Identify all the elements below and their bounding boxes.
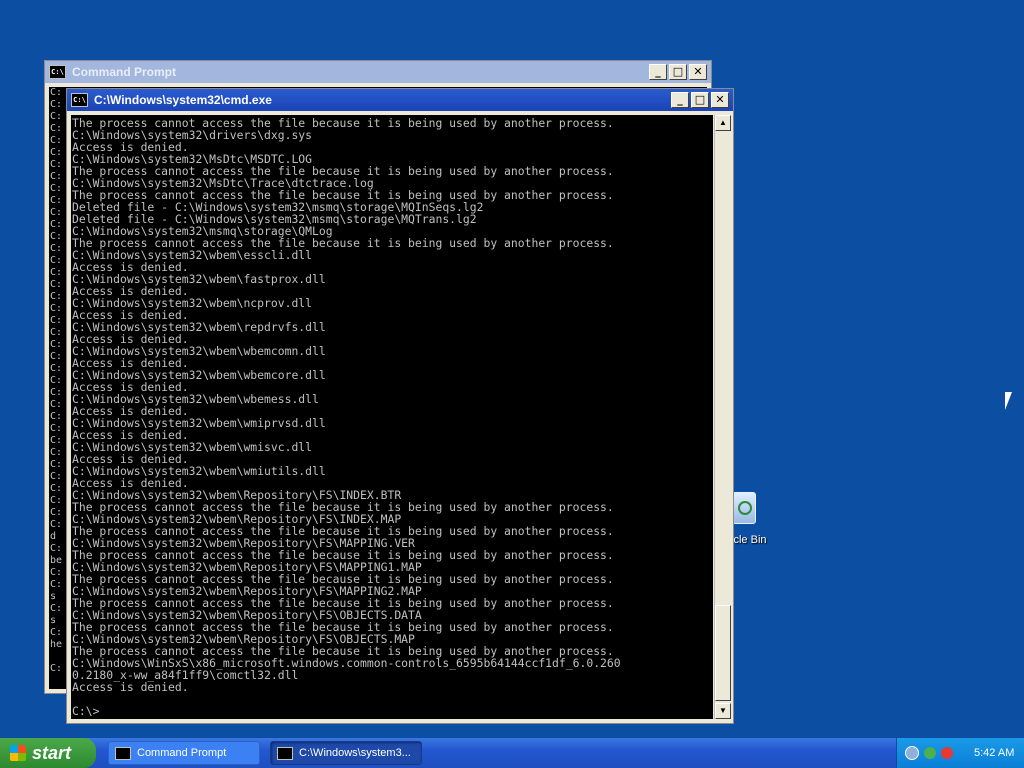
- taskbar-button-label: C:\Windows\system3...: [299, 747, 411, 759]
- background-window-titlebar[interactable]: C:\ Command Prompt _ □ ✕: [45, 61, 711, 83]
- taskbar-button-cmd-exe[interactable]: C:\Windows\system3...: [270, 741, 422, 765]
- console-app-icon: [277, 746, 293, 760]
- network-icon[interactable]: [905, 746, 919, 760]
- minimize-button[interactable]: _: [649, 64, 667, 80]
- maximize-button[interactable]: □: [669, 64, 687, 80]
- console-output-area[interactable]: The process cannot access the file becau…: [71, 115, 713, 719]
- shield-alert-icon[interactable]: [941, 747, 953, 759]
- scroll-down-arrow-icon[interactable]: ▼: [715, 703, 731, 719]
- maximize-button[interactable]: □: [691, 92, 709, 108]
- close-button[interactable]: ✕: [711, 92, 729, 108]
- console-app-icon: C:\: [71, 93, 88, 107]
- taskbar: start Command Prompt C:\Windows\system3.…: [0, 738, 1024, 768]
- start-button[interactable]: start: [0, 738, 96, 768]
- background-console-text: C: C: C: C: C: C: C: C: C: C: C: C: C: C…: [50, 87, 63, 674]
- close-button[interactable]: ✕: [689, 64, 707, 80]
- clock[interactable]: 5:42 AM: [974, 747, 1014, 759]
- cmd-window-titlebar[interactable]: C:\ C:\Windows\system32\cmd.exe _ □ ✕: [67, 89, 733, 111]
- minimize-button[interactable]: _: [671, 92, 689, 108]
- taskbar-button-command-prompt[interactable]: Command Prompt: [108, 741, 260, 765]
- vertical-scrollbar[interactable]: ▲ ▼: [714, 115, 731, 719]
- cmd-exe-window[interactable]: C:\ C:\Windows\system32\cmd.exe _ □ ✕ Th…: [66, 88, 734, 724]
- cmd-window-title: C:\Windows\system32\cmd.exe: [94, 93, 272, 107]
- mouse-cursor-icon: [1005, 392, 1012, 410]
- console-output-text: The process cannot access the file becau…: [72, 116, 621, 718]
- start-label: start: [32, 742, 72, 763]
- windows-logo-icon: [10, 745, 26, 761]
- security-center-icon[interactable]: [924, 747, 936, 759]
- recycle-bin-icon: [732, 492, 756, 524]
- system-tray: 5:42 AM: [896, 738, 1024, 768]
- background-window-title: Command Prompt: [72, 65, 177, 79]
- scroll-up-arrow-icon[interactable]: ▲: [715, 115, 731, 131]
- console-app-icon: [115, 746, 131, 760]
- console-app-icon: C:\: [49, 65, 66, 79]
- scrollbar-thumb[interactable]: [715, 605, 731, 701]
- taskbar-button-label: Command Prompt: [137, 747, 227, 759]
